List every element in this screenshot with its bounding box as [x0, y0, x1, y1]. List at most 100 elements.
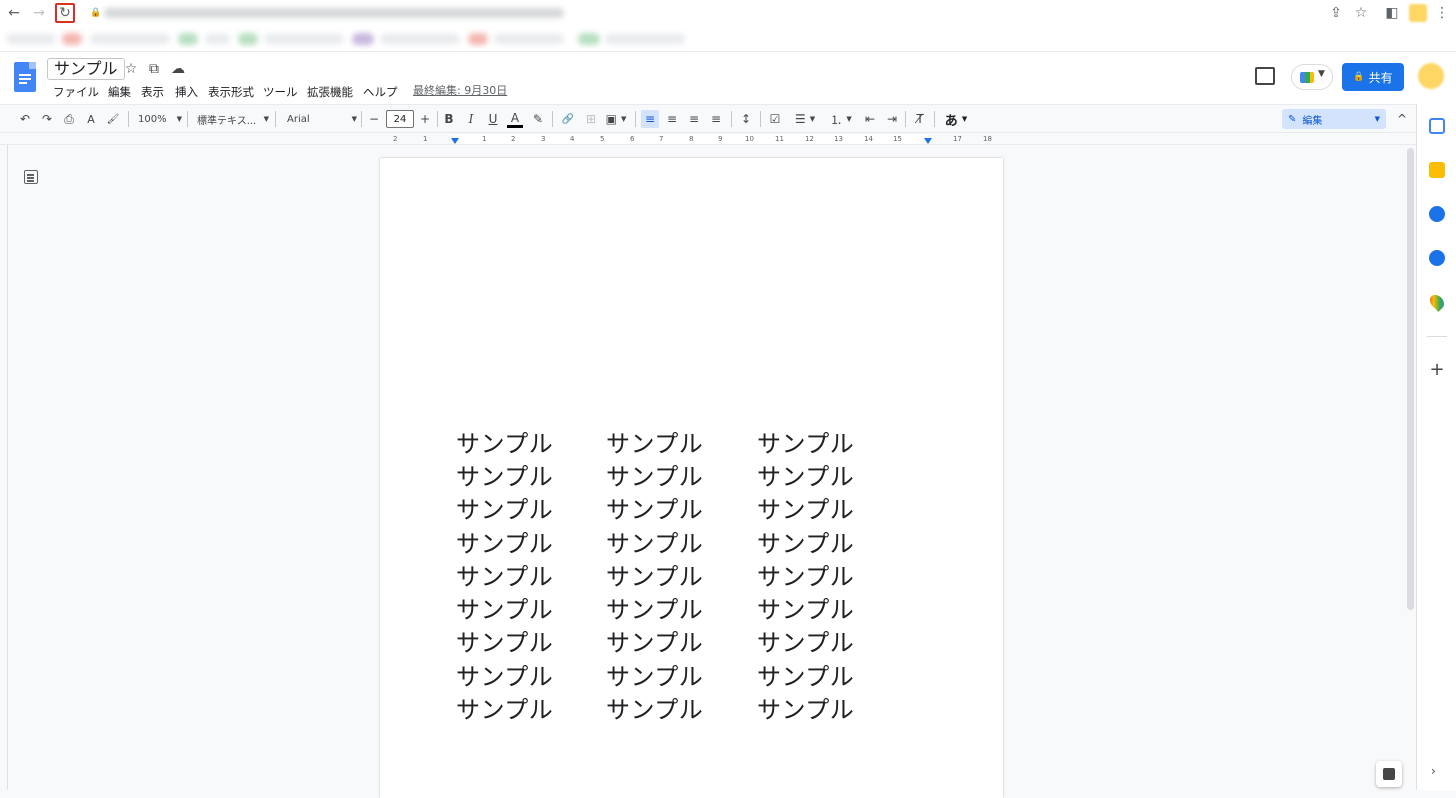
- font-value: Arial: [287, 113, 310, 125]
- numbered-list-icon[interactable]: ⒈ ▼: [826, 110, 856, 128]
- share-page-icon[interactable]: ⇪: [1326, 3, 1346, 23]
- font-select[interactable]: Arial ▼: [287, 110, 357, 128]
- ruler-tick: 3: [541, 135, 546, 143]
- chevron-down-icon: ▼: [846, 115, 852, 123]
- italic-button[interactable]: I: [463, 110, 479, 128]
- cloud-status-icon[interactable]: ☁: [169, 60, 187, 78]
- add-comment-icon[interactable]: ⊞: [582, 110, 600, 128]
- collapse-menus-icon[interactable]: ^: [1393, 110, 1411, 128]
- ruler-tick: 14: [864, 135, 873, 143]
- bookmark-star-icon[interactable]: ☆: [1351, 3, 1371, 23]
- body-text: サンプル: [606, 496, 704, 524]
- share-button[interactable]: 🔒 共有: [1342, 63, 1404, 91]
- document-page[interactable]: サンプル サンプル サンプル サンプル サンプル サンプル サンプル サンプル …: [380, 158, 1003, 798]
- menu-edit[interactable]: 編集: [108, 84, 131, 100]
- paint-format-icon[interactable]: 🖌: [104, 110, 122, 128]
- avatar[interactable]: [1418, 63, 1444, 89]
- menu-format[interactable]: 表示形式: [208, 84, 254, 100]
- body-text: サンプル: [456, 563, 554, 591]
- ruler-tick: 4: [570, 135, 575, 143]
- browser-toolbar: ← → ↻ 🔒 ⇪ ☆ ◧ ⋮: [0, 0, 1456, 26]
- print-icon[interactable]: ⎙: [60, 110, 78, 128]
- meet-button[interactable]: ▼: [1291, 64, 1333, 90]
- bold-button[interactable]: B: [441, 110, 457, 128]
- body-text: サンプル: [456, 696, 554, 724]
- body-text: サンプル: [456, 629, 554, 657]
- ruler-tick: 2: [393, 135, 398, 143]
- left-indent-marker[interactable]: [451, 138, 459, 144]
- calendar-icon[interactable]: [1429, 118, 1445, 134]
- body-text: サンプル: [606, 563, 704, 591]
- chevron-down-icon: ▼: [809, 115, 816, 123]
- document-title-input[interactable]: サンプル: [47, 58, 125, 80]
- chevron-right-icon[interactable]: ›: [1431, 764, 1436, 778]
- style-select[interactable]: 標準テキス... ▼: [197, 110, 269, 128]
- numbers-icon: ⒈: [830, 112, 843, 127]
- spellcheck-icon[interactable]: A: [82, 110, 100, 128]
- tasks-icon[interactable]: [1429, 206, 1445, 222]
- chevron-down-icon: ▼: [1318, 69, 1325, 79]
- last-edit-link[interactable]: 最終編集: 9月30日: [413, 82, 507, 98]
- chevron-down-icon: ▼: [961, 115, 968, 123]
- redo-icon[interactable]: ↷: [38, 110, 56, 128]
- explore-button[interactable]: [1376, 761, 1402, 787]
- lock-icon: 🔒: [1353, 72, 1365, 82]
- comment-history-icon[interactable]: [1255, 67, 1275, 85]
- reload-icon[interactable]: ↻: [55, 3, 75, 23]
- profile-avatar[interactable]: [1409, 4, 1427, 22]
- document-outline-icon[interactable]: [24, 170, 38, 184]
- decrease-font-size-button[interactable]: −: [366, 110, 382, 128]
- menu-insert[interactable]: 挿入: [175, 84, 198, 100]
- link-icon[interactable]: 🔗: [559, 110, 577, 128]
- decrease-indent-icon[interactable]: ⇤: [861, 110, 879, 128]
- zoom-select[interactable]: 100% ▼: [138, 110, 182, 128]
- chevron-down-icon: ▼: [176, 115, 182, 123]
- ruler-tick: 18: [983, 135, 992, 143]
- menu-file[interactable]: ファイル: [53, 84, 99, 100]
- highlight-color-icon[interactable]: ✎: [530, 110, 546, 128]
- right-indent-marker[interactable]: [924, 138, 932, 144]
- undo-icon[interactable]: ↶: [16, 110, 34, 128]
- star-icon[interactable]: ☆: [122, 60, 140, 78]
- keep-icon[interactable]: [1429, 162, 1445, 178]
- menu-view[interactable]: 表示: [141, 84, 164, 100]
- ruler-tick: 11: [775, 135, 784, 143]
- align-left-button[interactable]: ≡: [641, 110, 659, 128]
- align-center-button[interactable]: ≡: [663, 110, 681, 128]
- menu-help[interactable]: ヘルプ: [363, 84, 398, 100]
- maps-icon[interactable]: [1427, 292, 1447, 312]
- clear-formatting-icon[interactable]: T̸: [911, 110, 929, 128]
- chevron-down-icon: ▼: [620, 115, 627, 123]
- font-size-input[interactable]: 24: [386, 110, 414, 128]
- docs-logo-icon[interactable]: [14, 62, 36, 92]
- body-text: サンプル: [456, 463, 554, 491]
- input-tools-button[interactable]: あ ▼: [940, 110, 972, 129]
- bulleted-list-icon[interactable]: ☰ ▼: [790, 110, 820, 128]
- browser-menu-icon[interactable]: ⋮: [1432, 3, 1452, 23]
- scrollbar-thumb[interactable]: [1407, 148, 1414, 610]
- side-panel: + ›: [1416, 104, 1456, 790]
- pencil-icon: ✎: [1288, 113, 1297, 125]
- menu-tools[interactable]: ツール: [263, 84, 298, 100]
- ruler-tick: 8: [689, 135, 694, 143]
- text-color-button[interactable]: A: [507, 110, 523, 128]
- increase-indent-icon[interactable]: ⇥: [883, 110, 901, 128]
- address-bar[interactable]: [100, 2, 1320, 24]
- justify-button[interactable]: ≡: [707, 110, 725, 128]
- contacts-icon[interactable]: [1429, 250, 1445, 266]
- line-spacing-icon[interactable]: ↕: [737, 110, 755, 128]
- insert-image-icon[interactable]: ▣ ▼: [604, 110, 628, 128]
- side-panel-icon[interactable]: ◧: [1382, 3, 1402, 23]
- editing-mode-select[interactable]: ✎ 編集 ▼: [1282, 109, 1386, 129]
- horizontal-ruler: 2 1 1 2 3 4 5 6 7 8 9 10 11 12 13 14 15 …: [0, 133, 1416, 145]
- increase-font-size-button[interactable]: +: [417, 110, 433, 128]
- body-text: サンプル: [606, 430, 704, 458]
- move-folder-icon[interactable]: ⧉: [145, 60, 163, 78]
- menu-extensions[interactable]: 拡張機能: [307, 84, 353, 100]
- add-addon-icon[interactable]: +: [1429, 361, 1445, 379]
- forward-icon[interactable]: →: [29, 3, 49, 23]
- underline-button[interactable]: U: [485, 110, 501, 128]
- checklist-icon[interactable]: ☑: [766, 110, 784, 128]
- align-right-button[interactable]: ≡: [685, 110, 703, 128]
- back-icon[interactable]: ←: [4, 3, 24, 23]
